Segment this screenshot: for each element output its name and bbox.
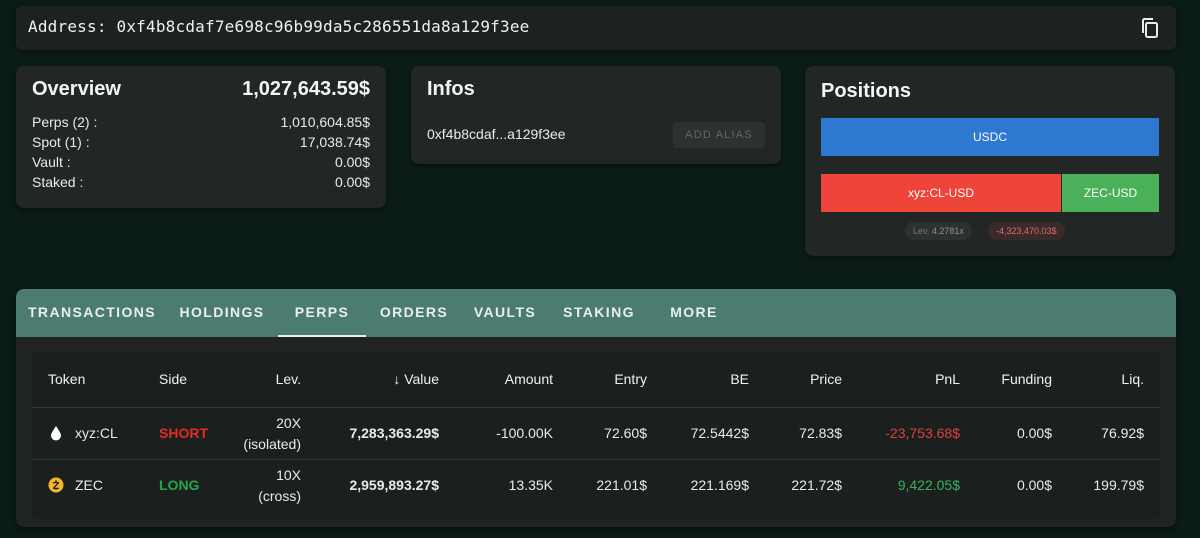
leverage-mode: (cross) [258, 488, 301, 504]
tab-orders[interactable]: ORDERS [374, 289, 454, 337]
header-side[interactable]: Side [159, 371, 187, 387]
leverage-value: 4.2781x [931, 226, 964, 236]
tab-bar: TRANSACTIONS HOLDINGS PERPS ORDERS VAULT… [16, 289, 1176, 337]
tab-staking[interactable]: STAKING [554, 289, 644, 337]
leverage-value: 20X [276, 415, 301, 431]
add-alias-button[interactable]: ADD ALIAS [673, 122, 765, 148]
tab-more[interactable]: MORE [664, 289, 724, 337]
infos-title: Infos [427, 78, 475, 100]
funding-cell: 0.00$ [1016, 477, 1052, 493]
tabs-panel: TRANSACTIONS HOLDINGS PERPS ORDERS VAULT… [16, 289, 1176, 527]
overview-row-value: 17,038.74$ [299, 134, 370, 150]
price-cell: 221.72$ [791, 477, 842, 493]
sort-arrow-icon: ↓ [393, 371, 401, 387]
header-lev[interactable]: Lev. [232, 371, 301, 387]
value-cell: 7,283,363.29$ [349, 425, 439, 441]
overview-row-perps: Perps (2) : 1,010,604.85$ [32, 114, 370, 134]
overview-title: Overview [32, 78, 121, 100]
short-address: 0xf4b8cdaf...a129f3ee [427, 126, 566, 142]
copy-icon[interactable] [1138, 16, 1162, 40]
header-token[interactable]: Token [48, 371, 85, 387]
overview-row-label: Vault : [32, 154, 71, 170]
header-be[interactable]: BE [662, 371, 749, 387]
address-label: Address: [28, 17, 107, 36]
entry-cell: 72.60$ [604, 425, 647, 441]
leverage-mode: (isolated) [243, 436, 301, 452]
overview-row-staked: Staked : 0.00$ [32, 174, 370, 194]
tab-transactions[interactable]: TRANSACTIONS [22, 289, 162, 337]
position-bar-zec[interactable]: ZEC-USD [1062, 174, 1159, 212]
overview-total: 1,027,643.59$ [242, 78, 370, 100]
overview-row-label: Staked : [32, 174, 84, 190]
side-badge: LONG [159, 477, 200, 493]
leverage-chip: Lev. 4.2781x [905, 222, 972, 240]
positions-title: Positions [821, 80, 912, 102]
perps-table: Token Side Lev. ↓ Value Amount Entry BE … [32, 351, 1160, 519]
row-divider [32, 459, 1160, 460]
row-divider [32, 407, 1160, 408]
price-cell: 72.83$ [799, 425, 842, 441]
header-value-label: Value [404, 371, 439, 387]
amount-cell: 13.35K [508, 477, 553, 493]
leverage-value: 10X [276, 467, 301, 483]
overview-row-label: Spot (1) : [32, 134, 90, 150]
header-value-sort[interactable]: ↓ Value [332, 371, 439, 387]
overview-row-vault: Vault : 0.00$ [32, 154, 370, 174]
zcash-coin-icon [48, 477, 64, 496]
entry-cell: 221.01$ [596, 477, 647, 493]
wallet-address[interactable]: 0xf4b8cdaf7e698c96b99da5c286551da8a129f3… [117, 17, 530, 36]
token-name: xyz:CL [75, 425, 118, 441]
overview-row-value: 0.00$ [334, 154, 370, 170]
position-bar-xyz-cl[interactable]: xyz:CL-USD [821, 174, 1061, 212]
token-name: ZEC [75, 477, 103, 493]
header-pnl[interactable]: PnL [862, 371, 960, 387]
address-bar: Address: 0xf4b8cdaf7e698c96b99da5c286551… [16, 6, 1176, 50]
leverage-cell: 20X (isolated) [202, 413, 301, 455]
funding-cell: 0.00$ [1016, 425, 1052, 441]
leverage-label: Lev. [913, 226, 930, 236]
pnl-cell: -23,753.68$ [885, 425, 960, 441]
be-cell: 72.5442$ [690, 425, 749, 441]
infos-card: Infos 0xf4b8cdaf...a129f3ee ADD ALIAS [411, 66, 781, 164]
tab-vaults[interactable]: VAULTS [466, 289, 544, 337]
position-bar-usdc[interactable]: USDC [821, 118, 1159, 156]
oil-drop-icon [50, 425, 62, 444]
header-funding[interactable]: Funding [972, 371, 1052, 387]
overview-row-label: Perps (2) : [32, 114, 98, 130]
overview-row-spot: Spot (1) : 17,038.74$ [32, 134, 370, 154]
header-amount[interactable]: Amount [452, 371, 553, 387]
overview-row-value: 1,010,604.85$ [280, 114, 370, 130]
header-liq[interactable]: Liq. [1062, 371, 1144, 387]
address-display: Address: 0xf4b8cdaf7e698c96b99da5c286551… [28, 17, 530, 36]
amount-cell: -100.00K [496, 425, 553, 441]
overview-card: Overview 1,027,643.59$ Perps (2) : 1,010… [16, 66, 386, 208]
leverage-cell: 10X (cross) [202, 465, 301, 507]
liq-cell: 199.79$ [1093, 477, 1144, 493]
tab-holdings[interactable]: HOLDINGS [172, 289, 272, 337]
liq-cell: 76.92$ [1101, 425, 1144, 441]
side-badge: SHORT [159, 425, 208, 441]
pnl-chip: -4,323,470.03$ [988, 222, 1065, 240]
overview-row-value: 0.00$ [334, 174, 370, 190]
positions-card: Positions USDC xyz:CL-USD ZEC-USD Lev. 4… [805, 66, 1175, 256]
pnl-cell: 9,422.05$ [897, 477, 960, 493]
be-cell: 221.169$ [690, 477, 749, 493]
value-cell: 2,959,893.27$ [349, 477, 439, 493]
header-price[interactable]: Price [762, 371, 842, 387]
tab-perps[interactable]: PERPS [278, 289, 366, 337]
header-entry[interactable]: Entry [562, 371, 647, 387]
